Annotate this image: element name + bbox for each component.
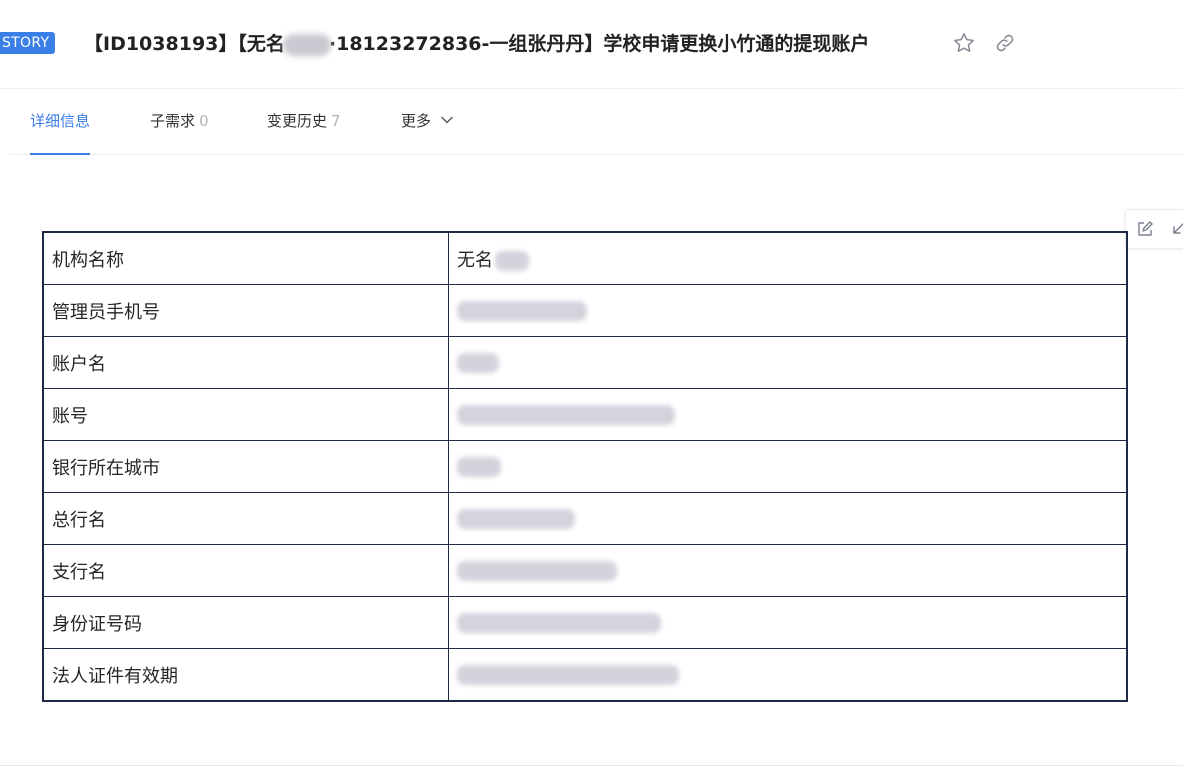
edit-icon[interactable] xyxy=(1136,220,1154,238)
table-row: 支行名 xyxy=(42,544,1128,597)
redacted-value xyxy=(457,509,575,529)
table-row: 账户名 xyxy=(42,336,1128,389)
row-value xyxy=(448,440,1128,493)
redacted-value xyxy=(457,457,501,477)
account-info-table: 机构名称 无名 管理员手机号 账户名 账号 银行所在城市 总行名 支行名 身份证… xyxy=(42,231,1128,702)
tab-details[interactable]: 详细信息 xyxy=(30,88,91,155)
row-label: 机构名称 xyxy=(42,231,449,285)
chevron-down-icon xyxy=(441,116,453,124)
redacted-value xyxy=(457,665,679,685)
table-row: 银行所在城市 xyxy=(42,440,1128,493)
row-value xyxy=(448,388,1128,441)
row-value xyxy=(448,336,1128,389)
row-value xyxy=(448,492,1128,545)
row-label: 身份证号码 xyxy=(42,596,449,649)
side-toolbar xyxy=(1125,209,1183,249)
footer-divider xyxy=(0,765,1183,766)
redacted-value xyxy=(457,301,587,321)
redacted-value xyxy=(457,561,617,581)
story-title-suffix: ·18123272836-一组张丹丹】学校申请更换小竹通的提现账户 xyxy=(328,33,870,55)
row-value xyxy=(448,596,1128,649)
story-title-prefix: 【ID1038193】【无名 xyxy=(84,33,285,55)
redacted-value xyxy=(457,353,499,373)
row-label: 账号 xyxy=(42,388,449,441)
row-label: 法人证件有效期 xyxy=(42,648,449,702)
tab-label: 更多 xyxy=(401,112,432,130)
row-label: 总行名 xyxy=(42,492,449,545)
row-value-text: 无名 xyxy=(457,249,493,271)
story-title: 【ID1038193】【无名 ·18123272836-一组张丹丹】学校申请更换小… xyxy=(84,29,869,56)
detail-tabs: 详细信息 子需求 0 变更历史 7 更多 xyxy=(10,88,1183,155)
row-value: 无名 xyxy=(448,231,1128,285)
table-row: 账号 xyxy=(42,388,1128,441)
row-label: 账户名 xyxy=(42,336,449,389)
tab-count: 0 xyxy=(199,112,209,130)
tab-change-history[interactable]: 变更历史 7 xyxy=(267,88,341,154)
star-icon[interactable] xyxy=(952,31,976,55)
collapse-icon[interactable] xyxy=(1170,221,1183,237)
table-row: 机构名称 无名 xyxy=(42,231,1128,285)
redacted-value xyxy=(457,613,661,633)
row-label: 管理员手机号 xyxy=(42,284,449,337)
tab-more[interactable]: 更多 xyxy=(401,88,454,154)
row-value xyxy=(448,648,1128,702)
table-row: 法人证件有效期 xyxy=(42,648,1128,702)
redacted-value xyxy=(495,250,529,271)
redacted-title-segment xyxy=(282,33,331,56)
story-type-badge: STORY xyxy=(0,32,56,54)
redacted-value xyxy=(457,405,675,425)
row-value xyxy=(448,544,1128,597)
table-row: 身份证号码 xyxy=(42,596,1128,649)
link-icon[interactable] xyxy=(994,32,1016,54)
table-row: 总行名 xyxy=(42,492,1128,545)
story-detail-page: STORY 【ID1038193】【无名 ·18123272836-一组张丹丹】学… xyxy=(0,0,1183,767)
tab-label: 变更历史 xyxy=(267,112,328,130)
tab-label: 子需求 xyxy=(150,112,196,130)
story-header: STORY 【ID1038193】【无名 ·18123272836-一组张丹丹】学… xyxy=(0,0,1183,89)
row-value xyxy=(448,284,1128,337)
tab-label: 详细信息 xyxy=(30,112,91,130)
table-row: 管理员手机号 xyxy=(42,284,1128,337)
row-label: 银行所在城市 xyxy=(42,440,449,493)
tab-sub-requirements[interactable]: 子需求 0 xyxy=(150,88,209,154)
row-label: 支行名 xyxy=(42,544,449,597)
tab-count: 7 xyxy=(331,112,341,130)
